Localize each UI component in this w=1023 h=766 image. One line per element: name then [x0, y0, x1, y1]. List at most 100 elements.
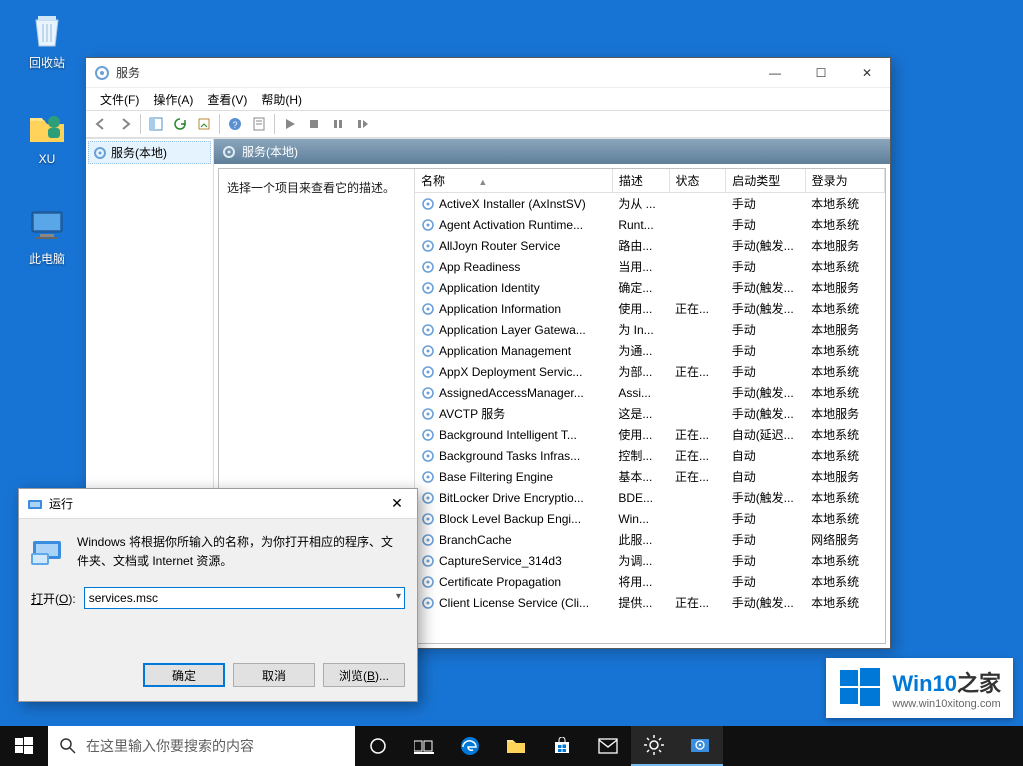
- run-open-combobox[interactable]: ▾: [84, 587, 405, 609]
- menu-view[interactable]: 查看(V): [201, 89, 253, 110]
- run-close-button[interactable]: ✕: [377, 489, 417, 519]
- desktop-icon-user-folder[interactable]: XU: [12, 106, 82, 166]
- taskbar-settings-icon[interactable]: [631, 726, 677, 766]
- service-status: 正在...: [669, 298, 726, 319]
- service-logon: 本地系统: [805, 298, 884, 319]
- service-name: Application Layer Gatewa...: [439, 323, 586, 337]
- table-row[interactable]: BitLocker Drive Encryptio...BDE...手动(触发.…: [415, 487, 885, 508]
- minimize-button[interactable]: —: [752, 58, 798, 88]
- service-status: [669, 235, 726, 256]
- table-row[interactable]: BranchCache此服...手动网络服务: [415, 529, 885, 550]
- service-name: Application Information: [439, 302, 561, 316]
- table-row[interactable]: Application Identity确定...手动(触发...本地服务: [415, 277, 885, 298]
- close-button[interactable]: ✕: [844, 58, 890, 88]
- service-status: 正在...: [669, 361, 726, 382]
- desktop-icon-recycle-bin[interactable]: 回收站: [12, 8, 82, 71]
- taskbar-search-box[interactable]: 在这里输入你要搜索的内容: [48, 726, 355, 766]
- table-row[interactable]: AppX Deployment Servic...为部...正在...手动本地系…: [415, 361, 885, 382]
- column-header-status[interactable]: 状态: [669, 169, 726, 193]
- windows-logo-icon: [838, 666, 882, 710]
- taskbar-store-icon[interactable]: [539, 726, 585, 766]
- table-row[interactable]: App Readiness当用...手动本地系统: [415, 256, 885, 277]
- service-name: AssignedAccessManager...: [439, 386, 584, 400]
- service-startup: 手动(触发...: [726, 592, 805, 613]
- gear-icon: [421, 365, 435, 379]
- run-title-icon: [27, 496, 43, 512]
- table-row[interactable]: Background Intelligent T...使用...正在...自动(…: [415, 424, 885, 445]
- service-desc: 路由...: [612, 235, 669, 256]
- run-dialog: 运行 ✕ Windows 将根据你所输入的名称，为你打开相应的程序、文件夹、文档…: [18, 488, 418, 702]
- desktop-icon-this-pc[interactable]: 此电脑: [12, 204, 82, 267]
- service-startup: 手动: [726, 193, 805, 215]
- table-row[interactable]: Agent Activation Runtime...Runt...手动本地系统: [415, 214, 885, 235]
- refresh-button[interactable]: [169, 113, 191, 135]
- restart-service-button[interactable]: [351, 113, 373, 135]
- table-row[interactable]: Block Level Backup Engi...Win...手动本地系统: [415, 508, 885, 529]
- task-view-button[interactable]: [401, 726, 447, 766]
- taskbar-edge-icon[interactable]: [447, 726, 493, 766]
- stop-service-button[interactable]: [303, 113, 325, 135]
- service-logon: 本地服务: [805, 235, 884, 256]
- service-status: [669, 256, 726, 277]
- gear-icon: [421, 428, 435, 442]
- table-row[interactable]: Application Management为通...手动本地系统: [415, 340, 885, 361]
- services-list[interactable]: 名称 ▲ 描述 状态 启动类型 登录为 ActiveX Installer (A…: [415, 169, 885, 643]
- run-cancel-button[interactable]: 取消: [233, 663, 315, 687]
- table-row[interactable]: Application Layer Gatewa...为 In...手动本地服务: [415, 319, 885, 340]
- column-header-logon[interactable]: 登录为: [805, 169, 884, 193]
- export-list-button[interactable]: [193, 113, 215, 135]
- watermark-title: Win10之家: [892, 666, 1001, 698]
- start-service-button[interactable]: [279, 113, 301, 135]
- run-titlebar[interactable]: 运行 ✕: [19, 489, 417, 519]
- run-browse-button[interactable]: 浏览(B)...: [323, 663, 405, 687]
- table-row[interactable]: CaptureService_314d3为调...手动本地系统: [415, 550, 885, 571]
- menu-action[interactable]: 操作(A): [147, 89, 199, 110]
- pause-service-button[interactable]: [327, 113, 349, 135]
- taskbar-services-icon[interactable]: [677, 726, 723, 766]
- service-startup: 手动: [726, 529, 805, 550]
- tree-item-services-local[interactable]: 服务(本地): [88, 141, 211, 164]
- table-row[interactable]: AllJoyn Router Service路由...手动(触发...本地服务: [415, 235, 885, 256]
- run-ok-button[interactable]: 确定: [143, 663, 225, 687]
- table-row[interactable]: Certificate Propagation将用...手动本地系统: [415, 571, 885, 592]
- menu-help[interactable]: 帮助(H): [255, 89, 308, 110]
- gear-icon: [222, 145, 236, 159]
- service-logon: 本地系统: [805, 424, 884, 445]
- service-status: [669, 277, 726, 298]
- properties-button[interactable]: [248, 113, 270, 135]
- taskbar-mail-icon[interactable]: [585, 726, 631, 766]
- menu-file[interactable]: 文件(F): [94, 89, 145, 110]
- table-row[interactable]: AVCTP 服务这是...手动(触发...本地服务: [415, 403, 885, 424]
- service-logon: 本地系统: [805, 361, 884, 382]
- nav-back-button[interactable]: [90, 113, 112, 135]
- table-row[interactable]: ActiveX Installer (AxInstSV)为从 ...手动本地系统: [415, 193, 885, 215]
- taskbar-explorer-icon[interactable]: [493, 726, 539, 766]
- cortana-button[interactable]: [355, 726, 401, 766]
- maximize-button[interactable]: ☐: [798, 58, 844, 88]
- service-desc: 使用...: [612, 424, 669, 445]
- table-row[interactable]: Base Filtering Engine基本...正在...自动本地服务: [415, 466, 885, 487]
- start-button[interactable]: [0, 726, 48, 766]
- service-desc: 此服...: [612, 529, 669, 550]
- column-header-name[interactable]: 名称 ▲: [415, 169, 612, 193]
- service-startup: 手动: [726, 361, 805, 382]
- table-row[interactable]: AssignedAccessManager...Assi...手动(触发...本…: [415, 382, 885, 403]
- service-status: [669, 319, 726, 340]
- service-status: 正在...: [669, 592, 726, 613]
- toolbar-separator: [219, 114, 220, 134]
- column-header-startup[interactable]: 启动类型: [726, 169, 805, 193]
- table-row[interactable]: Application Information使用...正在...手动(触发..…: [415, 298, 885, 319]
- service-status: [669, 487, 726, 508]
- service-name: ActiveX Installer (AxInstSV): [439, 197, 586, 211]
- column-header-desc[interactable]: 描述: [612, 169, 669, 193]
- table-row[interactable]: Background Tasks Infras...控制...正在...自动本地…: [415, 445, 885, 466]
- watermark: Win10之家 www.win10xitong.com: [826, 658, 1013, 718]
- service-status: 正在...: [669, 424, 726, 445]
- run-icon: [31, 533, 65, 567]
- help-button[interactable]: ?: [224, 113, 246, 135]
- table-row[interactable]: Client License Service (Cli...提供...正在...…: [415, 592, 885, 613]
- show-hide-tree-button[interactable]: [145, 113, 167, 135]
- nav-forward-button[interactable]: [114, 113, 136, 135]
- services-titlebar[interactable]: 服务 — ☐ ✕: [86, 58, 890, 88]
- run-open-input[interactable]: [84, 587, 405, 609]
